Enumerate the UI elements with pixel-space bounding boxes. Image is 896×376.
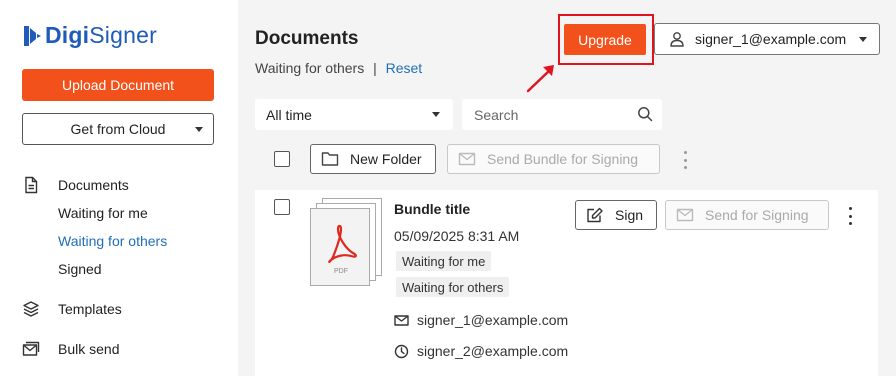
pdf-acrobat-icon [328, 224, 357, 263]
user-email: signer_1@example.com [695, 31, 847, 47]
search-input[interactable] [474, 106, 624, 123]
upgrade-button[interactable]: Upgrade [564, 24, 646, 55]
user-menu-button[interactable]: signer_1@example.com [654, 23, 880, 55]
signer-row: signer_2@example.com [394, 343, 568, 359]
document-more-icon[interactable] [847, 207, 853, 225]
sidebar-item-bulk-send[interactable]: Bulk send [22, 340, 119, 358]
digisigner-logo[interactable]: DigiSigner [22, 22, 157, 49]
upload-document-label: Upload Document [61, 77, 175, 93]
search-icon[interactable] [637, 106, 653, 122]
page-title: Documents [255, 28, 359, 49]
status-badge: Waiting for me [396, 251, 492, 271]
bulk-send-icon [22, 341, 40, 356]
reset-filter-link[interactable]: Reset [386, 60, 423, 76]
get-from-cloud-label: Get from Cloud [70, 121, 166, 137]
caret-down-icon [432, 112, 440, 117]
sidebar-item-bulk-send-label: Bulk send [58, 341, 120, 357]
toolbar-more-icon[interactable] [682, 151, 688, 169]
status-badge: Waiting for others [396, 277, 510, 297]
envelope-icon [458, 152, 476, 166]
edit-icon [587, 207, 603, 223]
caret-down-icon [195, 127, 203, 132]
sidebar-item-waiting-for-others[interactable]: Waiting for others [58, 233, 167, 249]
logo-text: DigiSigner [45, 22, 157, 48]
document-card[interactable]: PDF Bundle title 05/09/2025 8:31 AM Wait… [255, 190, 878, 376]
document-checkbox[interactable] [274, 199, 290, 215]
sign-label: Sign [615, 207, 644, 223]
document-icon [25, 176, 38, 194]
clock-icon [394, 344, 409, 358]
logo-mark-icon [24, 25, 41, 46]
caret-down-icon [859, 37, 867, 42]
active-filter: Waiting for others | Reset [255, 60, 422, 76]
bundle-title[interactable]: Bundle title [394, 201, 470, 217]
sign-button[interactable]: Sign [575, 200, 657, 230]
send-for-signing-button[interactable]: Send for Signing [665, 200, 829, 230]
annotation-arrow-icon [526, 65, 554, 93]
search-box [462, 99, 662, 130]
sidebar-item-signed[interactable]: Signed [58, 261, 102, 277]
send-for-signing-label: Send for Signing [705, 207, 809, 223]
signer-row: signer_1@example.com [394, 312, 568, 328]
pdf-thumbnail[interactable]: PDF [310, 198, 382, 288]
pdf-page-front: PDF [310, 208, 370, 286]
upload-document-button[interactable]: Upload Document [22, 69, 214, 101]
active-filter-text: Waiting for others [255, 60, 365, 76]
new-folder-button[interactable]: New Folder [310, 144, 436, 174]
layers-icon [23, 301, 39, 317]
get-from-cloud-dropdown[interactable]: Get from Cloud [22, 113, 214, 145]
envelope-icon [676, 208, 694, 222]
upgrade-label: Upgrade [578, 31, 632, 48]
folder-icon [321, 152, 339, 166]
sidebar-item-templates[interactable]: Templates [22, 300, 122, 318]
sidebar: DigiSigner Upload Document Get from Clou… [0, 0, 238, 376]
sidebar-item-documents-label: Documents [58, 177, 129, 193]
main-content: Documents Waiting for others | Reset Upg… [238, 0, 896, 376]
sidebar-item-templates-label: Templates [58, 301, 122, 317]
signer-email: signer_1@example.com [417, 312, 569, 328]
send-bundle-label: Send Bundle for Signing [487, 151, 638, 167]
pdf-label: PDF [334, 268, 348, 275]
time-filter-value: All time [266, 106, 312, 123]
sidebar-item-documents[interactable]: Documents [22, 176, 129, 194]
bundle-date: 05/09/2025 8:31 AM [394, 228, 520, 244]
select-all-checkbox[interactable] [274, 151, 290, 167]
sidebar-item-waiting-for-me[interactable]: Waiting for me [58, 205, 148, 221]
filter-separator: | [373, 60, 377, 76]
send-bundle-button[interactable]: Send Bundle for Signing [447, 144, 660, 174]
new-folder-label: New Folder [350, 151, 422, 167]
signer-email: signer_2@example.com [417, 343, 569, 359]
time-filter-select[interactable]: All time [255, 99, 453, 130]
user-icon [670, 32, 684, 47]
envelope-icon [394, 314, 409, 326]
